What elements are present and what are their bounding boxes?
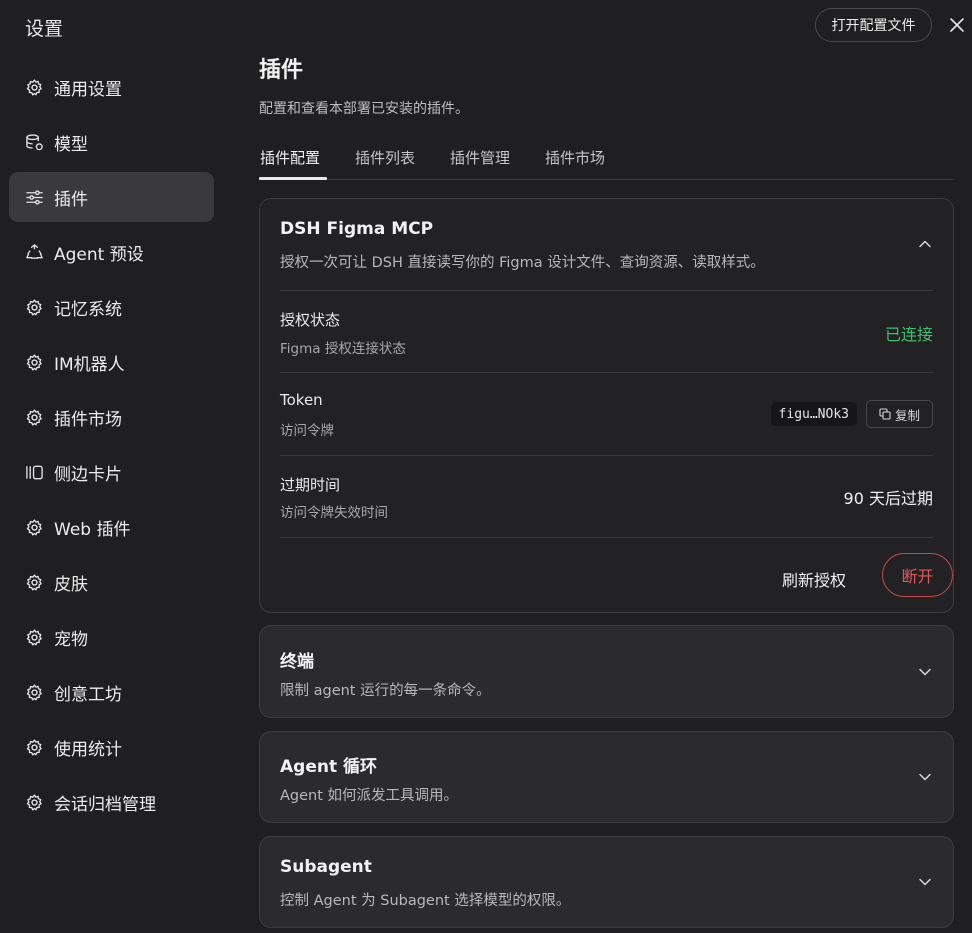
card-description: 授权一次可让 DSH 直接读写你的 Figma 设计文件、查询资源、读取样式。 bbox=[280, 255, 765, 271]
plugin-card-agent-loop[interactable]: Agent 循环 Agent 如何派发工具调用。 bbox=[259, 731, 954, 823]
token-row: Token 访问令牌 figu…NOk3 复制 bbox=[280, 372, 933, 455]
tab-plugin-market[interactable]: 插件市场 bbox=[545, 147, 605, 168]
sliders-icon bbox=[24, 187, 44, 207]
sidebar-item-1[interactable]: 模型 bbox=[9, 117, 214, 167]
card-description: 限制 agent 运行的每一条命令。 bbox=[280, 683, 491, 699]
sidebar-item-0[interactable]: 通用设置 bbox=[9, 62, 214, 112]
card-title: Subagent bbox=[280, 857, 372, 877]
sidebar-item-5[interactable]: IM机器人 bbox=[9, 337, 214, 387]
sidebar-item-10[interactable]: 宠物 bbox=[9, 612, 214, 662]
expiry-row: 过期时间 访问令牌失效时间 90 天后过期 bbox=[280, 455, 933, 537]
app-title: 设置 bbox=[25, 18, 64, 40]
gear-icon bbox=[24, 572, 44, 592]
token-value: figu…NOk3 bbox=[770, 402, 857, 426]
card-title: DSH Figma MCP bbox=[280, 219, 434, 239]
open-config-file-button[interactable]: 打开配置文件 bbox=[815, 8, 932, 42]
copy-button[interactable]: 复制 bbox=[866, 400, 933, 428]
auth-status-row: 授权状态 Figma 授权连接状态 已连接 bbox=[280, 290, 933, 372]
sidebar-item-label: 皮肤 bbox=[54, 574, 88, 595]
side-panel-icon bbox=[24, 462, 44, 482]
sidebar-item-label: Web 插件 bbox=[54, 519, 131, 540]
plugin-card-figma: DSH Figma MCP 授权一次可让 DSH 直接读写你的 Figma 设计… bbox=[259, 198, 954, 613]
sidebar-item-label: 使用统计 bbox=[54, 739, 122, 760]
page-title: 插件 bbox=[259, 58, 304, 83]
gear-icon bbox=[24, 517, 44, 537]
page-description: 配置和查看本部署已安装的插件。 bbox=[259, 101, 469, 117]
chevron-down-icon[interactable] bbox=[917, 874, 933, 890]
gear-icon bbox=[24, 682, 44, 702]
row-sublabel: Figma 授权连接状态 bbox=[280, 341, 406, 357]
disconnect-button[interactable]: 断开 bbox=[882, 553, 953, 597]
active-tab-indicator bbox=[259, 177, 327, 180]
sidebar-item-label: 记忆系统 bbox=[54, 299, 122, 320]
sidebar: 设置 通用设置模型插件 Agent 预设 记忆系统 IM机器人插件市场侧边卡片 Web … bbox=[0, 0, 228, 933]
database-gear-icon bbox=[24, 132, 44, 152]
sidebar-item-label: 创意工坊 bbox=[54, 684, 122, 705]
row-label: 授权状态 bbox=[280, 311, 341, 329]
sidebar-item-label: IM机器人 bbox=[54, 354, 125, 375]
chevron-down-icon[interactable] bbox=[917, 664, 933, 680]
sidebar-item-7[interactable]: 侧边卡片 bbox=[9, 447, 214, 497]
card-description: Agent 如何派发工具调用。 bbox=[280, 788, 459, 804]
card-title: 终端 bbox=[280, 652, 314, 672]
row-sublabel: 访问令牌 bbox=[280, 423, 334, 439]
tab-bar: 插件配置 插件列表 插件管理 插件市场 bbox=[259, 140, 954, 180]
row-label: Token bbox=[280, 391, 323, 409]
sidebar-item-2[interactable]: 插件 bbox=[9, 172, 214, 222]
copy-icon bbox=[879, 408, 891, 420]
gear-icon bbox=[24, 77, 44, 97]
sidebar-item-13[interactable]: 会话归档管理 bbox=[9, 777, 214, 827]
sidebar-item-label: 宠物 bbox=[54, 629, 88, 650]
sidebar-item-12[interactable]: 使用统计 bbox=[9, 722, 214, 772]
sidebar-item-6[interactable]: 插件市场 bbox=[9, 392, 214, 442]
tab-plugin-manage[interactable]: 插件管理 bbox=[450, 147, 510, 168]
copy-label: 复制 bbox=[894, 407, 920, 423]
row-sublabel: 访问令牌失效时间 bbox=[280, 505, 388, 521]
close-icon[interactable] bbox=[946, 14, 968, 36]
sidebar-nav: 通用设置模型插件 Agent 预设 记忆系统 IM机器人插件市场侧边卡片 Web 插件皮… bbox=[9, 62, 214, 832]
sidebar-item-label: 插件市场 bbox=[54, 409, 122, 430]
gear-icon bbox=[24, 297, 44, 317]
sidebar-item-label: 会话归档管理 bbox=[54, 794, 156, 815]
sidebar-item-4[interactable]: 记忆系统 bbox=[9, 282, 214, 332]
gear-icon bbox=[24, 352, 44, 372]
sidebar-item-11[interactable]: 创意工坊 bbox=[9, 667, 214, 717]
sidebar-item-9[interactable]: 皮肤 bbox=[9, 557, 214, 607]
recycle-icon bbox=[24, 242, 44, 262]
expiry-value: 90 天后过期 bbox=[843, 489, 933, 508]
sidebar-item-label: 模型 bbox=[54, 134, 88, 155]
chevron-down-icon[interactable] bbox=[917, 769, 933, 785]
tab-plugin-list[interactable]: 插件列表 bbox=[355, 147, 415, 168]
plugin-card-terminal[interactable]: 终端 限制 agent 运行的每一条命令。 bbox=[259, 625, 954, 718]
gear-icon bbox=[24, 737, 44, 757]
settings-window: 设置 通用设置 模型 插件 Agent 预设 记忆系统 IM机器人 插件市场 侧边卡片 Web … bbox=[0, 0, 972, 933]
card-title: Agent 循环 bbox=[280, 757, 378, 777]
sidebar-item-label: 插件 bbox=[54, 189, 88, 210]
sidebar-item-label: Agent 预设 bbox=[54, 244, 144, 265]
chevron-up-icon[interactable] bbox=[917, 236, 933, 252]
sidebar-item-label: 侧边卡片 bbox=[54, 464, 122, 485]
sidebar-item-label: 通用设置 bbox=[54, 79, 122, 100]
row-label: 过期时间 bbox=[280, 476, 341, 494]
card-description: 控制 Agent 为 Subagent 选择模型的权限。 bbox=[280, 893, 571, 909]
gear-icon bbox=[24, 627, 44, 647]
plugin-card-subagent[interactable]: Subagent 控制 Agent 为 Subagent 选择模型的权限。 bbox=[259, 836, 954, 928]
tab-plugin-config[interactable]: 插件配置 bbox=[260, 147, 320, 168]
gear-icon bbox=[24, 407, 44, 427]
refresh-auth-button[interactable]: 刷新授权 bbox=[782, 567, 846, 591]
gear-icon bbox=[24, 792, 44, 812]
sidebar-item-3[interactable]: Agent 预设 bbox=[9, 227, 214, 277]
connection-status: 已连接 bbox=[884, 325, 933, 344]
actions-row: 刷新授权 断开 bbox=[280, 537, 953, 613]
sidebar-item-8[interactable]: Web 插件 bbox=[9, 502, 214, 552]
